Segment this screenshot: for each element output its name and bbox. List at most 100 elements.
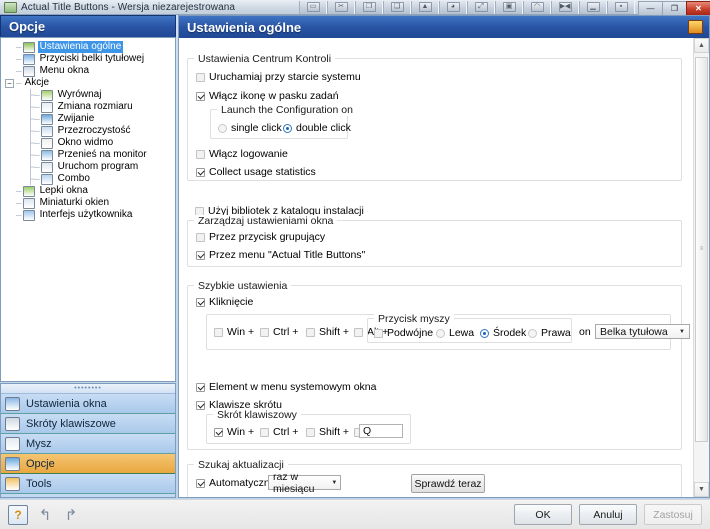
launch-configuration-group-title: Launch the Configuration on: [217, 104, 357, 116]
roll-up-button[interactable]: ▭: [299, 0, 327, 14]
resize-icon: ⤢: [474, 2, 488, 12]
sidebar-item-miniaturki-okien[interactable]: – Miniaturki okien: [1, 197, 175, 209]
by-group-button-checkbox[interactable]: Przez przycisk grupujący: [196, 231, 325, 243]
launch-single-click-radio[interactable]: single click: [218, 122, 282, 134]
check-now-button[interactable]: Sprawdź teraz: [411, 474, 485, 493]
duplicate-button[interactable]: ❏: [383, 0, 411, 14]
scroll-up-button[interactable]: ▲: [694, 38, 709, 53]
scroll-track[interactable]: ≡: [694, 53, 709, 482]
checkbox-box: [196, 232, 205, 242]
monitor-icon: ▣: [502, 2, 516, 12]
scissors-button[interactable]: ✂: [327, 0, 355, 14]
sidebar-item-przyciski-belki-tytu-owej[interactable]: – Przyciski belki tytułowej: [1, 53, 175, 65]
update-frequency-combo[interactable]: raz w miesiącu ▼: [268, 471, 341, 495]
control-center-group: Ustawienia Centrum Kontroli Uruchamiaj p…: [187, 53, 682, 181]
dot-button[interactable]: ▪: [607, 0, 635, 14]
nav-item-mysz[interactable]: Mysz: [1, 434, 175, 454]
target-combo[interactable]: Belka tytułowa ▼: [595, 324, 690, 339]
mouse-left-label: Lewa: [449, 327, 475, 339]
nav-item-ustawienia-okna[interactable]: Ustawienia okna: [1, 394, 175, 414]
mouse-right-radio[interactable]: Prawa: [528, 327, 571, 339]
sidebar-item-label: Menu okna: [39, 65, 90, 76]
sidebar-item-label: Miniaturki okien: [39, 197, 110, 208]
sidebar-item-label: Interfejs użytkownika: [39, 209, 133, 220]
minimize-alt-button[interactable]: ▁: [579, 0, 607, 14]
application-window: Actual Title Buttons - Wersja niezarejes…: [0, 0, 710, 529]
sidebar-item-zwijanie[interactable]: ├– Zwijanie: [1, 113, 175, 125]
sidebar-item-przenie-na-monitor[interactable]: ├– Przenieś na monitor: [1, 149, 175, 161]
hotkey-modifier-win-checkbox[interactable]: Win +: [214, 426, 254, 438]
tree-expander-icon[interactable]: −: [5, 78, 14, 88]
system-buttons: — ❐ ✕: [638, 0, 710, 16]
sidebar-item-label: Combo: [57, 173, 90, 184]
ok-button[interactable]: OK: [514, 504, 572, 525]
sidebar-item-zmiana-rozmiaru[interactable]: ├– Zmiana rozmiaru: [1, 101, 175, 113]
collect-stats-checkbox[interactable]: Collect usage statistics: [196, 166, 316, 178]
extra-title-buttons: ▭ ✂ ❐ ❏ ▲ ◕ ⤢ ▣ ◠ ▶◀ ▁ ▪: [299, 0, 635, 14]
hotkey-modifier-ctrl-checkbox[interactable]: Ctrl +: [260, 426, 298, 438]
nav-expand-area[interactable]: »: [1, 494, 175, 497]
settings-tree[interactable]: – Ustawienia ogólne – Przyciski belki tytuł…: [0, 37, 176, 382]
checkbox-box: [374, 328, 383, 338]
redo-icon[interactable]: ↱: [62, 506, 80, 524]
monitor-button[interactable]: ▣: [495, 0, 523, 14]
radio-dot: [436, 328, 445, 338]
sidebar-item-uruchom-program[interactable]: ├– Uruchom program: [1, 161, 175, 173]
tray-icon-checkbox[interactable]: Włącz ikonę w pasku zadań: [196, 90, 339, 102]
hotkey-group: Skrót klawiszowy Win +Ctrl +Shift +Alt +: [206, 409, 411, 444]
scroll-down-button[interactable]: ▼: [694, 482, 709, 497]
sidebar-item-ustawienia-og-lne[interactable]: – Ustawienia ogólne: [1, 41, 175, 53]
nav-item-skr-ty-klawiszowe[interactable]: Skróty klawiszowe: [1, 414, 175, 434]
page-title: Ustawienia ogólne: [187, 19, 302, 35]
checkbox-box: [260, 427, 269, 437]
sidebar-item-przezroczysto[interactable]: ├– Przezroczystość: [1, 125, 175, 137]
sidebar-item-akcje[interactable]: − – Akcje: [1, 77, 175, 89]
help-icon[interactable]: ?: [8, 504, 28, 525]
hotkey-modifier-shift-checkbox[interactable]: Shift +: [306, 426, 349, 438]
move-to-monitor-icon: [40, 149, 53, 161]
click-checkbox[interactable]: Kliknięcie: [196, 296, 253, 308]
minimize-button[interactable]: —: [638, 0, 662, 16]
undo-icon[interactable]: ↰: [36, 506, 54, 524]
sidebar-item-lepki-okna[interactable]: – Lepki okna: [1, 185, 175, 197]
click-modifier-shift-checkbox[interactable]: Shift +: [306, 326, 349, 338]
auto-update-checkbox[interactable]: Automatycznie: [196, 477, 278, 489]
sidebar-item-wyr-wnaj[interactable]: ├– Wyrównaj: [1, 89, 175, 101]
cancel-button[interactable]: Anuluj: [579, 504, 637, 525]
nav-splitter[interactable]: ••••••••: [1, 384, 175, 394]
scroll-thumb[interactable]: ≡: [695, 57, 708, 442]
run-at-startup-checkbox[interactable]: Uruchamiaj przy starcie systemu: [196, 71, 361, 83]
system-menu-item-label: Element w menu systemowym okna: [209, 381, 377, 393]
hotkey-key-input[interactable]: [359, 424, 403, 438]
sidebar-item-interfejs-u-ytkownika[interactable]: – Interfejs użytkownika: [1, 209, 175, 221]
tree-connector: ├–: [27, 125, 40, 137]
launch-double-click-radio[interactable]: double click: [283, 122, 351, 134]
target-combo-value: Belka tytułowa: [600, 325, 668, 338]
sidebar-item-combo[interactable]: ├– Combo: [1, 173, 175, 185]
copy-button[interactable]: ❐: [355, 0, 383, 14]
collect-stats-label: Collect usage statistics: [209, 166, 316, 178]
sidebar-item-okno-widmo[interactable]: ├– Okno widmo: [1, 137, 175, 149]
priority-button[interactable]: ◠: [523, 0, 551, 14]
close-button[interactable]: ✕: [686, 0, 710, 16]
mirror-button[interactable]: ▶◀: [551, 0, 579, 14]
nav-item-opcje[interactable]: Opcje: [1, 454, 175, 474]
ghost-window-icon: [40, 137, 53, 149]
enable-logging-checkbox[interactable]: Włącz logowanie: [196, 148, 288, 160]
ghost-button[interactable]: ◕: [439, 0, 467, 14]
double-click-checkbox[interactable]: Podwójne: [374, 327, 433, 339]
nav-item-tools[interactable]: Tools: [1, 474, 175, 494]
click-modifier-win-checkbox[interactable]: Win +: [214, 326, 254, 338]
resize-button[interactable]: ⤢: [467, 0, 495, 14]
mouse-left-radio[interactable]: Lewa: [436, 327, 474, 339]
maximize-button[interactable]: ❐: [662, 0, 686, 16]
mouse-middle-radio[interactable]: Środek: [480, 327, 526, 339]
sidebar-item-label: Akcje: [24, 77, 50, 88]
system-menu-item-checkbox[interactable]: Element w menu systemowym okna: [196, 381, 376, 393]
sidebar-item-menu-okna[interactable]: – Menu okna: [1, 65, 175, 77]
align-button[interactable]: ▲: [411, 0, 439, 14]
click-modifier-ctrl-checkbox[interactable]: Ctrl +: [260, 326, 298, 338]
content-scrollbar[interactable]: ▲ ≡ ▼: [693, 38, 709, 497]
by-menu-checkbox[interactable]: Przez menu "Actual Title Buttons": [196, 249, 365, 261]
modifier-label: Win +: [227, 326, 255, 338]
